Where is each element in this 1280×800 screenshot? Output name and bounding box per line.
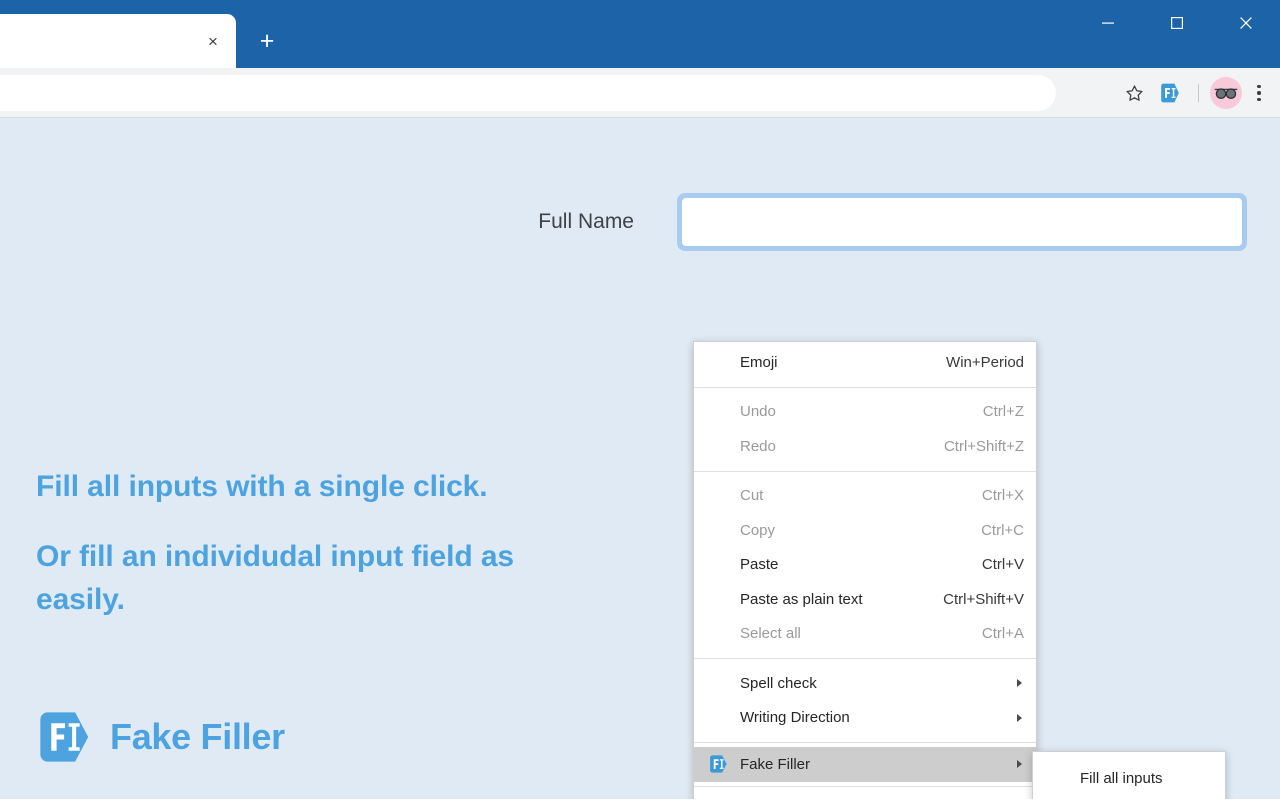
brand-name: Fake Filler bbox=[110, 716, 285, 758]
menu-item-shortcut: Ctrl+A bbox=[982, 625, 1024, 642]
menu-item-label: Spell check bbox=[740, 675, 1024, 692]
submenu-item-fill-this-form[interactable]: Fill this form bbox=[1033, 796, 1225, 800]
full-name-input[interactable] bbox=[682, 198, 1242, 246]
menu-item-copy[interactable]: Copy Ctrl+C bbox=[694, 513, 1036, 548]
context-menu-group: Emoji Win+Period bbox=[694, 342, 1036, 383]
submenu-item-fill-all-inputs[interactable]: Fill all inputs bbox=[1033, 761, 1225, 796]
menu-item-fake-filler[interactable]: Fake Filler bbox=[694, 747, 1036, 782]
menu-item-label: Select all bbox=[740, 625, 964, 642]
menu-item-label: Paste bbox=[740, 556, 964, 573]
menu-item-label: Emoji bbox=[740, 354, 928, 371]
maximize-icon bbox=[1171, 17, 1183, 29]
profile-avatar[interactable] bbox=[1210, 77, 1242, 109]
full-name-label: Full Name bbox=[538, 210, 634, 234]
menu-item-redo[interactable]: Redo Ctrl+Shift+Z bbox=[694, 429, 1036, 464]
menu-item-label: Paste as plain text bbox=[740, 591, 925, 608]
browser-window: × + bbox=[0, 0, 1280, 800]
full-name-input-wrapper bbox=[677, 193, 1247, 251]
chevron-right-icon bbox=[1017, 679, 1022, 687]
menu-divider bbox=[694, 786, 1036, 787]
window-controls bbox=[1073, 0, 1280, 46]
menu-item-emoji[interactable]: Emoji Win+Period bbox=[694, 345, 1036, 380]
fake-filler-menu-icon-svg bbox=[708, 754, 729, 775]
new-tab-button[interactable]: + bbox=[248, 24, 286, 58]
menu-item-label: Writing Direction bbox=[740, 709, 1024, 726]
menu-item-paste-as-plain-text[interactable]: Paste as plain text Ctrl+Shift+V bbox=[694, 582, 1036, 617]
menu-item-shortcut: Ctrl+Shift+V bbox=[943, 591, 1024, 608]
menu-item-label: Cut bbox=[740, 487, 964, 504]
menu-item-shortcut: Ctrl+Z bbox=[983, 403, 1024, 420]
menu-item-shortcut: Ctrl+C bbox=[981, 522, 1024, 539]
bookmark-star-icon[interactable] bbox=[1117, 76, 1151, 110]
address-bar[interactable] bbox=[0, 75, 1056, 111]
fi-badge-icon bbox=[1159, 82, 1181, 104]
context-menu-group: Undo Ctrl+Z Redo Ctrl+Shift+Z bbox=[694, 392, 1036, 467]
toolbar-divider bbox=[1198, 84, 1199, 102]
browser-tab[interactable]: × bbox=[0, 14, 236, 68]
menu-divider bbox=[694, 658, 1036, 659]
menu-item-spell-check[interactable]: Spell check bbox=[694, 666, 1036, 701]
menu-item-label: Redo bbox=[740, 438, 926, 455]
browser-toolbar bbox=[0, 68, 1280, 118]
menu-item-shortcut: Ctrl+X bbox=[982, 487, 1024, 504]
fake-filler-icon bbox=[708, 754, 729, 775]
browser-menu-button[interactable] bbox=[1244, 76, 1274, 110]
tab-strip: × + bbox=[0, 0, 1280, 68]
menu-divider bbox=[694, 742, 1036, 743]
menu-item-label: Copy bbox=[740, 522, 963, 539]
menu-item-label: Undo bbox=[740, 403, 965, 420]
menu-item-shortcut: Ctrl+Shift+Z bbox=[944, 438, 1024, 455]
toolbar-actions bbox=[1117, 68, 1274, 118]
page-headline: Fill all inputs with a single click. Or … bbox=[36, 465, 566, 622]
fake-filler-logo-svg bbox=[36, 708, 94, 766]
menu-item-select-all[interactable]: Select all Ctrl+A bbox=[694, 617, 1036, 652]
context-menu-group: Cut Ctrl+X Copy Ctrl+C Paste Ctrl+V Past… bbox=[694, 476, 1036, 655]
headline-line-2: Or fill an individudal input field as ea… bbox=[36, 535, 566, 622]
menu-item-label: Fake Filler bbox=[740, 756, 1024, 773]
headline-line-1: Fill all inputs with a single click. bbox=[36, 465, 566, 509]
fi-logo-svg bbox=[1159, 82, 1181, 104]
menu-divider bbox=[694, 471, 1036, 472]
context-menu: Emoji Win+Period Undo Ctrl+Z Redo Ctrl+S… bbox=[693, 341, 1037, 799]
window-close-button[interactable] bbox=[1211, 0, 1280, 46]
chevron-right-icon bbox=[1017, 760, 1022, 768]
tab-favicon-icon bbox=[0, 33, 8, 49]
sunglasses-icon bbox=[1214, 86, 1238, 100]
window-maximize-button[interactable] bbox=[1142, 0, 1211, 46]
chevron-right-icon bbox=[1017, 714, 1022, 722]
menu-item-label: Fill all inputs bbox=[1080, 770, 1213, 787]
brand-lockup: Fake Filler bbox=[36, 708, 285, 766]
menu-item-shortcut: Win+Period bbox=[946, 354, 1024, 371]
page-content: Full Name Fill all inputs with a single … bbox=[0, 118, 1280, 799]
menu-item-writing-direction[interactable]: Writing Direction bbox=[694, 701, 1036, 736]
fake-filler-extension-icon[interactable] bbox=[1153, 76, 1187, 110]
tab-close-icon[interactable]: × bbox=[200, 28, 226, 54]
full-name-form-row: Full Name bbox=[0, 193, 1247, 251]
menu-item-paste[interactable]: Paste Ctrl+V bbox=[694, 548, 1036, 583]
menu-item-undo[interactable]: Undo Ctrl+Z bbox=[694, 395, 1036, 430]
menu-divider bbox=[694, 387, 1036, 388]
menu-item-shortcut: Ctrl+V bbox=[982, 556, 1024, 573]
menu-item-inspect[interactable]: Inspect Ctrl+Shift+I bbox=[694, 794, 1036, 800]
close-icon bbox=[1240, 17, 1252, 29]
window-minimize-button[interactable] bbox=[1073, 0, 1142, 46]
fake-filler-submenu: Fill all inputs Fill this form Fill this… bbox=[1032, 751, 1226, 799]
minimize-icon bbox=[1102, 17, 1114, 29]
context-menu-group: Spell check Writing Direction bbox=[694, 663, 1036, 738]
context-menu-group: Fake Filler bbox=[694, 747, 1036, 782]
fake-filler-logo-icon bbox=[36, 708, 94, 766]
menu-item-cut[interactable]: Cut Ctrl+X bbox=[694, 479, 1036, 514]
context-menu-group: Inspect Ctrl+Shift+I bbox=[694, 791, 1036, 800]
